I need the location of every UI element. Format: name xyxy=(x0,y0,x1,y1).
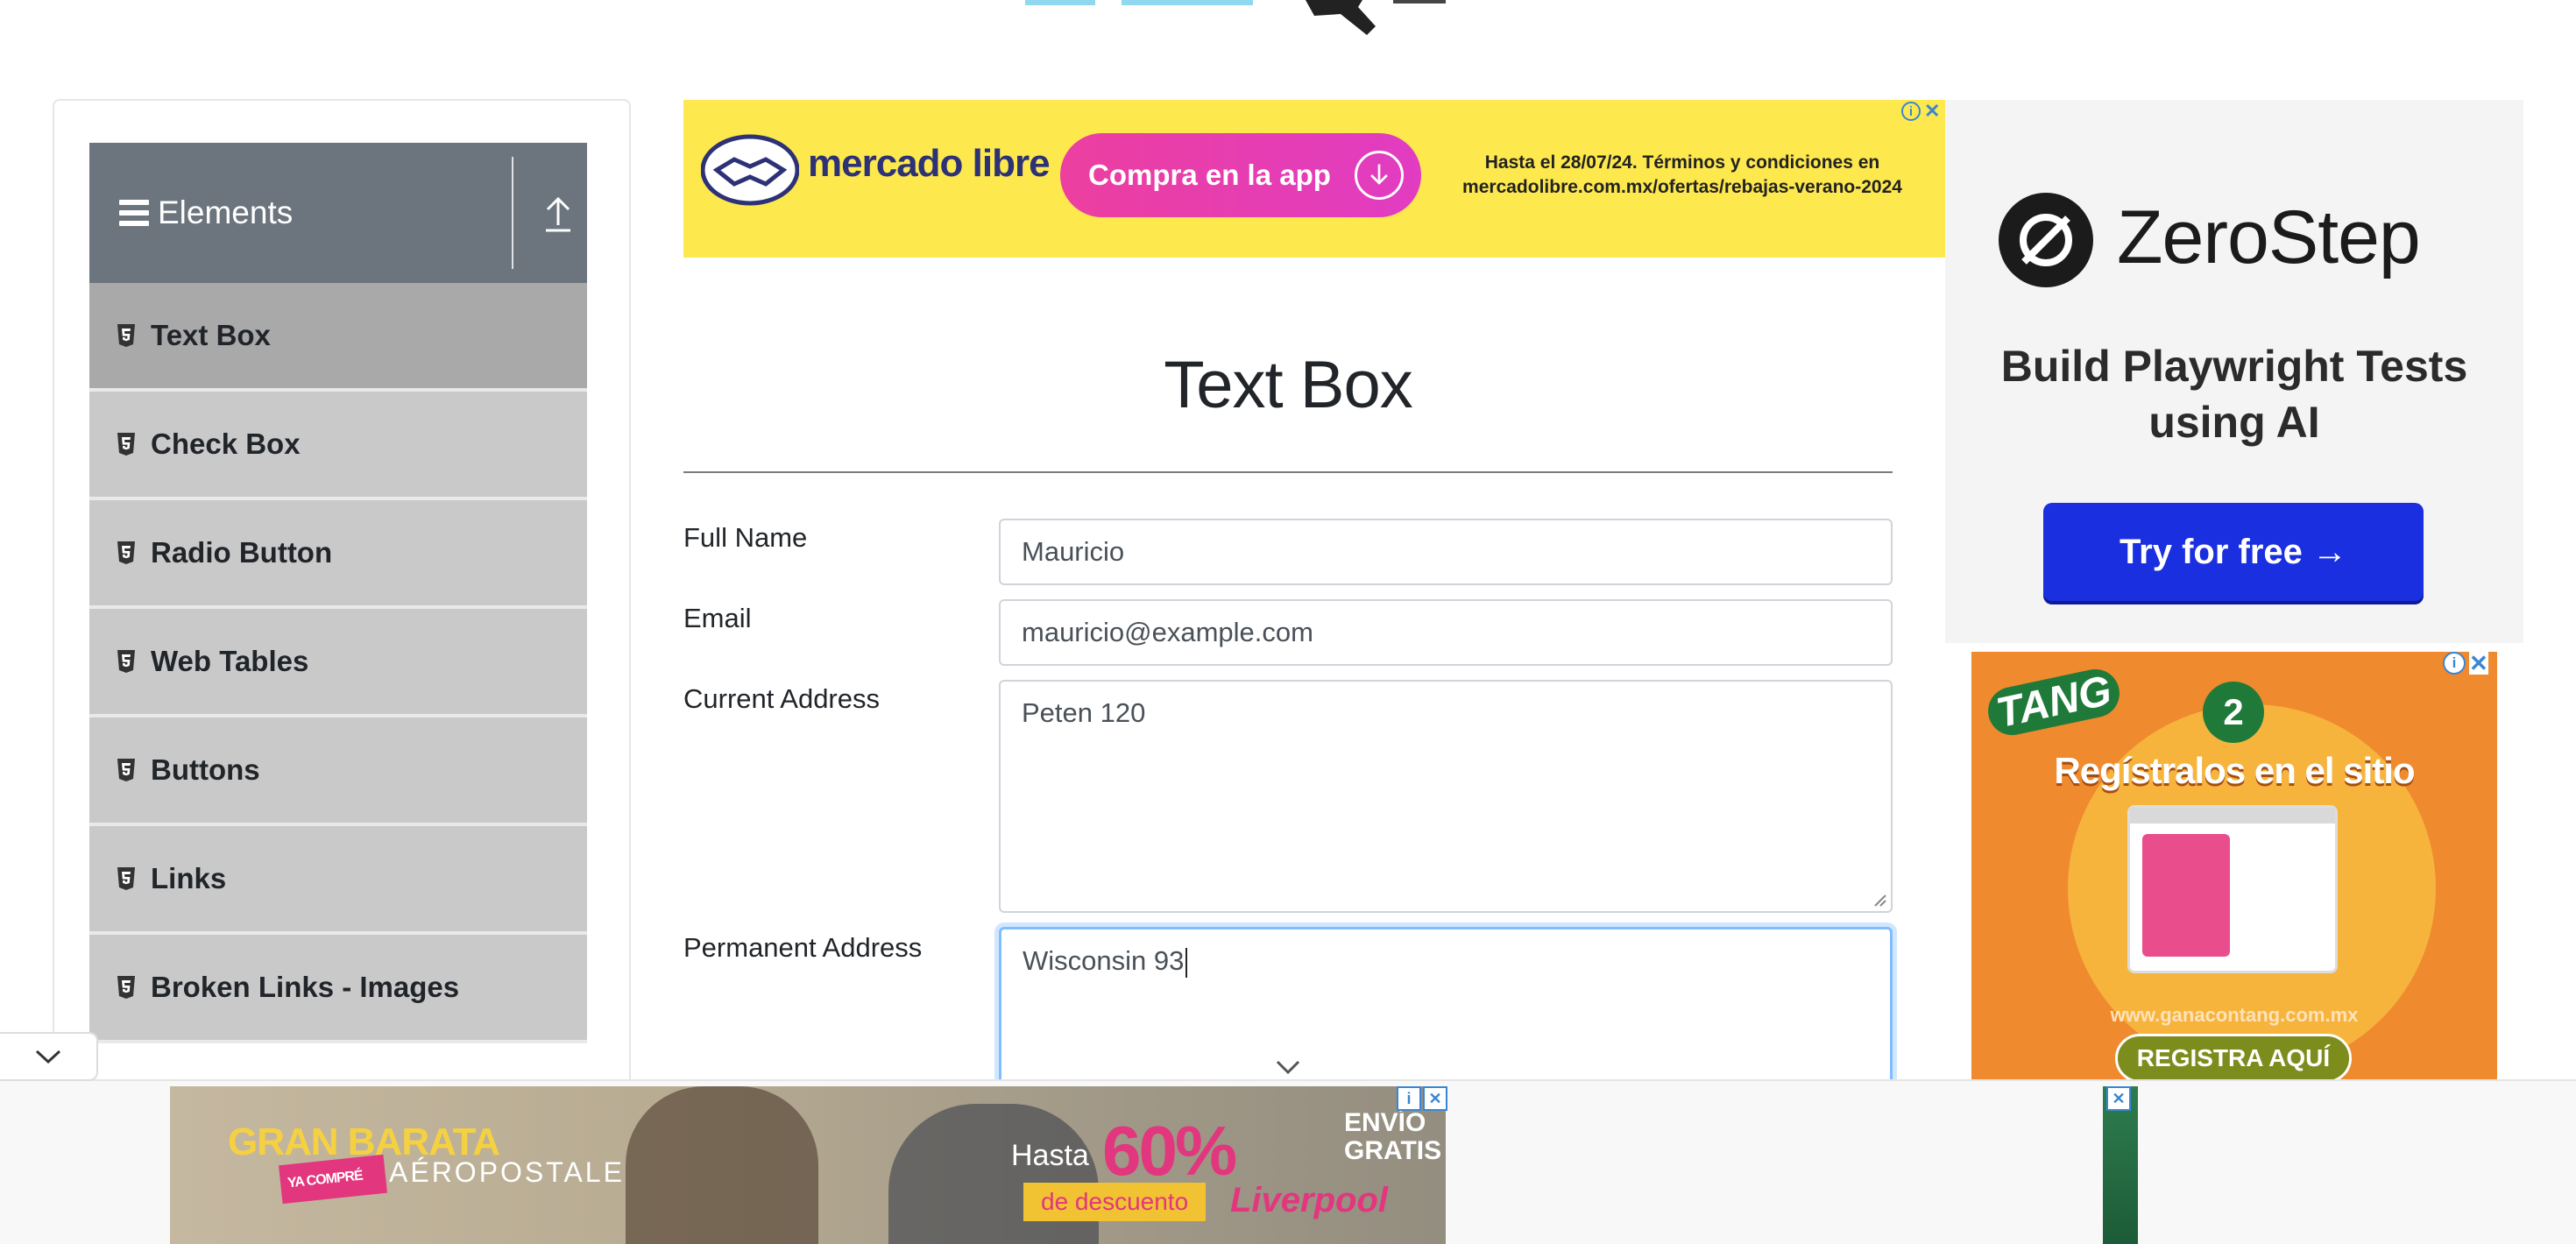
zerostep-ad[interactable]: ZeroStep Build Playwright Tests using AI… xyxy=(1945,100,2523,643)
group-title: Elements xyxy=(158,194,294,230)
zerostep-logo-icon xyxy=(1999,193,2093,287)
current-address-value: Peten 120 xyxy=(1022,697,1146,728)
aeropostale-brand: AÉROPOSTALE xyxy=(389,1156,625,1188)
registra-aqui-button[interactable]: REGISTRA AQUÍ xyxy=(2115,1034,2352,1083)
tang-url: www.ganacontang.com.mx xyxy=(2110,1004,2359,1026)
sidebar-item-label: Text Box xyxy=(151,319,271,351)
liverpool-logo: Liverpool xyxy=(1230,1181,1389,1219)
html5-icon xyxy=(117,976,135,999)
info-icon[interactable]: i xyxy=(1901,102,1921,121)
adchoices-right[interactable]: i ✕ xyxy=(2443,652,2488,675)
mercado-libre-logo: mercado libre xyxy=(808,142,1051,185)
close-icon[interactable]: ✕ xyxy=(1924,100,1940,123)
tang-logo: TANG xyxy=(1983,664,2125,740)
html5-icon xyxy=(117,650,135,673)
page-title: Text Box xyxy=(1164,348,1412,422)
full-name-label: Full Name xyxy=(683,522,808,553)
full-name-value: Mauricio xyxy=(1022,536,1125,567)
chevron-down-icon[interactable] xyxy=(1272,1057,1304,1078)
website-screenshot-image xyxy=(2127,805,2338,973)
chevron-down-icon xyxy=(35,1050,61,1064)
full-name-input[interactable]: Mauricio xyxy=(999,519,1893,585)
model-photo xyxy=(888,1104,1099,1244)
mercado-libre-ad[interactable]: mercado libre Compra en la app Hasta el … xyxy=(683,100,1945,258)
sidebar-item-radio-button[interactable]: Radio Button xyxy=(89,500,587,609)
tang-ad[interactable]: TANG 2 Regístralos en el sitio www.ganac… xyxy=(1971,652,2497,1088)
menu-icon xyxy=(119,200,149,226)
sidebar-item-label: Links xyxy=(151,862,227,894)
permanent-address-textarea[interactable]: Wisconsin 93 xyxy=(999,927,1893,1093)
adchoices-bottom[interactable]: i ✕ xyxy=(1397,1086,1447,1111)
site-logo xyxy=(1025,0,1446,35)
model-photo xyxy=(626,1086,818,1244)
zerostep-brand: ZeroStep xyxy=(2117,195,2421,279)
sidebar-item-check-box[interactable]: Check Box xyxy=(89,392,587,500)
cta-label: Compra en la app xyxy=(1088,159,1331,191)
discount-label: de descuento xyxy=(1023,1183,1207,1221)
sidebar-menu: Text Box Check Box Radio Button Web Tabl… xyxy=(89,283,587,1043)
current-address-textarea[interactable]: Peten 120 xyxy=(999,680,1893,913)
sidebar-item-links[interactable]: Links xyxy=(89,826,587,935)
sidebar-item-broken-links-images[interactable]: Broken Links - Images xyxy=(89,935,587,1043)
collapse-ad-button[interactable] xyxy=(0,1032,98,1081)
resize-grip-icon[interactable] xyxy=(1872,892,1887,908)
email-label: Email xyxy=(683,603,752,633)
liverpool-aeropostale-ad[interactable]: GRAN BARATA YA COMPRÉ AÉROPOSTALE Hasta 6… xyxy=(170,1086,1446,1244)
sidebar-item-text-box[interactable]: Text Box xyxy=(89,283,587,392)
compra-en-la-app-button[interactable]: Compra en la app xyxy=(1060,133,1421,217)
email-input[interactable]: mauricio@example.com xyxy=(999,599,1893,666)
permanent-address-label: Permanent Address xyxy=(683,932,923,963)
permanent-address-value: Wisconsin 93 xyxy=(1023,945,1188,978)
html5-icon xyxy=(117,867,135,890)
free-shipping-label: ENVÍO GRATIS xyxy=(1344,1108,1442,1165)
current-address-label: Current Address xyxy=(683,683,880,714)
text-caret xyxy=(1185,947,1188,978)
tang-headline: Regístralos en el sitio xyxy=(2054,750,2415,791)
sidebar-item-label: Radio Button xyxy=(151,536,333,569)
adchoices-top[interactable]: i ✕ xyxy=(1901,100,1945,123)
info-icon[interactable]: i xyxy=(1397,1086,1421,1111)
collapse-up-icon[interactable] xyxy=(540,192,577,236)
sidebar-item-label: Check Box xyxy=(151,428,301,460)
zerostep-tagline: Build Playwright Tests using AI xyxy=(2000,342,2468,447)
elements-group-header[interactable]: Elements xyxy=(89,143,587,283)
handshake-icon xyxy=(701,134,799,206)
sidebar-item-label: Buttons xyxy=(151,753,260,786)
html5-icon xyxy=(117,541,135,564)
close-icon[interactable]: ✕ xyxy=(2106,1086,2131,1111)
html5-icon xyxy=(117,324,135,347)
ad-terms: Hasta el 28/07/24. Términos y condicione… xyxy=(1462,152,1902,197)
discount-percent: 60% xyxy=(1102,1112,1237,1190)
sidebar-item-buttons[interactable]: Buttons xyxy=(89,717,587,826)
email-value: mauricio@example.com xyxy=(1022,617,1313,647)
info-icon[interactable]: i xyxy=(2443,652,2466,675)
download-icon xyxy=(1355,151,1404,200)
sidebar-item-label: Web Tables xyxy=(151,645,309,677)
header-divider xyxy=(512,157,513,269)
sidebar-item-label: Broken Links - Images xyxy=(151,971,460,1003)
html5-icon xyxy=(117,433,135,456)
step-badge: 2 xyxy=(2203,682,2264,743)
try-for-free-button[interactable]: Try for free → xyxy=(2043,503,2424,601)
hasta-label: Hasta xyxy=(1011,1139,1089,1172)
close-icon[interactable]: ✕ xyxy=(2469,652,2488,675)
close-icon[interactable]: ✕ xyxy=(1423,1086,1447,1111)
sidebar-item-web-tables[interactable]: Web Tables xyxy=(89,609,587,717)
title-divider xyxy=(683,471,1893,473)
html5-icon xyxy=(117,759,135,781)
